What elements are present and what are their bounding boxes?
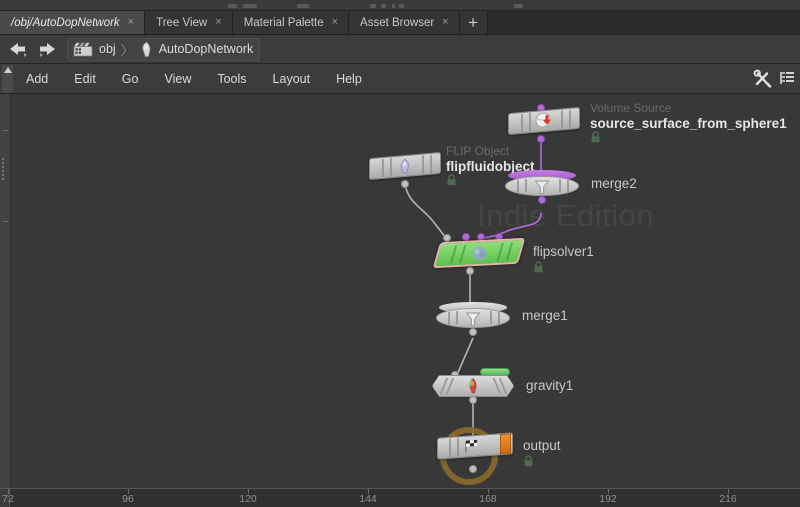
tree-list-icon[interactable] bbox=[775, 65, 800, 93]
breadcrumb-separator: 〉 bbox=[120, 42, 134, 58]
lock-icon bbox=[590, 131, 787, 146]
menu-layout[interactable]: Layout bbox=[260, 65, 324, 93]
gravity-icon bbox=[464, 377, 482, 395]
flip-solver-icon bbox=[470, 244, 488, 263]
lock-icon bbox=[523, 455, 561, 470]
tab-label: Material Palette bbox=[243, 16, 324, 29]
node-output-connector[interactable] bbox=[538, 196, 546, 204]
node-type-label: FLIP Object bbox=[446, 144, 510, 158]
menu-collapse-handle[interactable] bbox=[2, 64, 13, 93]
node-name-label: output bbox=[523, 438, 561, 453]
node-merge2[interactable]: merge2 bbox=[505, 170, 637, 204]
houdini-network-editor: /obj/AutoDopNetwork × Tree View × Materi… bbox=[0, 0, 800, 507]
node-name-label: gravity1 bbox=[526, 378, 574, 393]
network-canvas[interactable]: Indie Edition Volume Source source_surfa… bbox=[0, 94, 800, 488]
node-output[interactable]: output bbox=[437, 427, 561, 485]
ruler-tick-label: 144 bbox=[359, 493, 377, 505]
breadcrumb-label: AutoDopNetwork bbox=[158, 42, 254, 56]
tab-close-icon[interactable]: × bbox=[441, 17, 449, 28]
node-body[interactable] bbox=[369, 151, 441, 181]
output-flag-icon bbox=[462, 436, 482, 457]
node-body[interactable] bbox=[508, 106, 580, 136]
tab-label: Tree View bbox=[156, 16, 208, 29]
node-name-label: merge2 bbox=[591, 176, 637, 191]
tab-label: Asset Browser bbox=[360, 16, 435, 29]
network-left-gutter[interactable] bbox=[0, 94, 11, 488]
menu-edit[interactable]: Edit bbox=[61, 65, 109, 93]
menu-go[interactable]: Go bbox=[109, 65, 152, 93]
tab-label: /obj/AutoDopNetwork bbox=[11, 16, 120, 29]
clapperboard-icon bbox=[73, 41, 93, 57]
node-name-label: merge1 bbox=[522, 308, 568, 323]
ruler-tick-label: 168 bbox=[479, 493, 497, 505]
ruler-tick-label: 72 bbox=[2, 493, 14, 505]
breadcrumb-item-obj[interactable]: obj bbox=[70, 39, 120, 60]
tab-close-icon[interactable]: × bbox=[214, 17, 222, 28]
menu-view[interactable]: View bbox=[151, 65, 204, 93]
node-name-label: source_surface_from_sphere1 bbox=[590, 116, 787, 131]
flip-object-icon bbox=[395, 155, 415, 177]
node-type-label: Volume Source bbox=[590, 101, 672, 115]
path-bar: obj 〉 AutoDopNetwork bbox=[0, 35, 800, 64]
tab-asset-browser[interactable]: Asset Browser × bbox=[349, 11, 460, 34]
node-label-group: output bbox=[523, 438, 561, 470]
node-body[interactable] bbox=[432, 237, 526, 269]
tab-tree-view[interactable]: Tree View × bbox=[145, 11, 233, 34]
back-arrow-icon[interactable] bbox=[5, 37, 31, 61]
merge-funnel-icon bbox=[533, 179, 551, 195]
breadcrumb-label: obj bbox=[99, 42, 116, 56]
node-output-connector[interactable] bbox=[466, 267, 474, 275]
tab-autodopnetwork[interactable]: /obj/AutoDopNetwork × bbox=[0, 11, 146, 34]
node-label-group: merge1 bbox=[522, 308, 568, 323]
wrench-screwdriver-icon[interactable] bbox=[750, 65, 775, 93]
node-flipfluidobject[interactable]: FLIP Object flipfluidobject bbox=[369, 144, 535, 188]
node-label-group: Volume Source source_surface_from_sphere… bbox=[590, 101, 787, 146]
menu-bar: Add Edit Go View Tools Layout Help bbox=[0, 64, 800, 94]
node-output-connector[interactable] bbox=[469, 328, 477, 336]
add-tab-button[interactable]: + bbox=[459, 11, 488, 34]
node-label-group: merge2 bbox=[591, 176, 637, 191]
tab-close-icon[interactable]: × bbox=[331, 17, 339, 28]
timeline-ruler[interactable]: 72 96 120 144 168 192 216 bbox=[0, 488, 800, 507]
node-body[interactable] bbox=[437, 432, 513, 460]
node-gravity1[interactable]: gravity1 bbox=[432, 368, 573, 404]
node-output-connector[interactable] bbox=[401, 180, 409, 188]
node-source-surface-from-sphere1[interactable]: Volume Source source_surface_from_sphere… bbox=[508, 101, 787, 143]
merge-funnel-icon bbox=[464, 311, 482, 327]
node-body[interactable] bbox=[505, 170, 579, 196]
ruler-tick-label: 192 bbox=[599, 493, 617, 505]
node-name-label: flipsolver1 bbox=[533, 244, 594, 259]
lock-icon bbox=[533, 261, 594, 276]
menu-help[interactable]: Help bbox=[323, 65, 375, 93]
render-flag[interactable] bbox=[500, 433, 511, 455]
breadcrumb-item-autodopnetwork[interactable]: AutoDopNetwork bbox=[137, 39, 258, 60]
tab-close-icon[interactable]: × bbox=[127, 17, 135, 28]
node-output-connector[interactable] bbox=[537, 135, 545, 143]
dynamics-icon bbox=[140, 41, 153, 58]
panel-tab-bar: /obj/AutoDopNetwork × Tree View × Materi… bbox=[0, 11, 800, 35]
node-flipsolver1[interactable]: flipsolver1 bbox=[432, 233, 594, 275]
tab-bar-filler bbox=[487, 11, 800, 34]
connection-wires bbox=[404, 139, 542, 448]
menu-add[interactable]: Add bbox=[13, 65, 61, 93]
node-label-group: gravity1 bbox=[526, 378, 573, 393]
ruler-tick-label: 96 bbox=[122, 493, 134, 505]
top-panel-sliver bbox=[0, 0, 800, 11]
menu-tools[interactable]: Tools bbox=[204, 65, 259, 93]
forward-arrow-icon[interactable] bbox=[33, 37, 59, 61]
tab-material-palette[interactable]: Material Palette × bbox=[232, 11, 350, 34]
node-body[interactable] bbox=[432, 375, 514, 397]
node-body[interactable] bbox=[436, 302, 510, 328]
node-output-connector[interactable] bbox=[469, 396, 477, 404]
ruler-tick-label: 120 bbox=[239, 493, 257, 505]
ruler-tick-label: 216 bbox=[719, 493, 737, 505]
node-output-connector[interactable] bbox=[469, 465, 477, 473]
node-merge1[interactable]: merge1 bbox=[436, 302, 568, 336]
volume-source-icon bbox=[534, 110, 554, 132]
breadcrumb: obj 〉 AutoDopNetwork bbox=[67, 37, 261, 61]
node-label-group: flipsolver1 bbox=[533, 244, 594, 276]
